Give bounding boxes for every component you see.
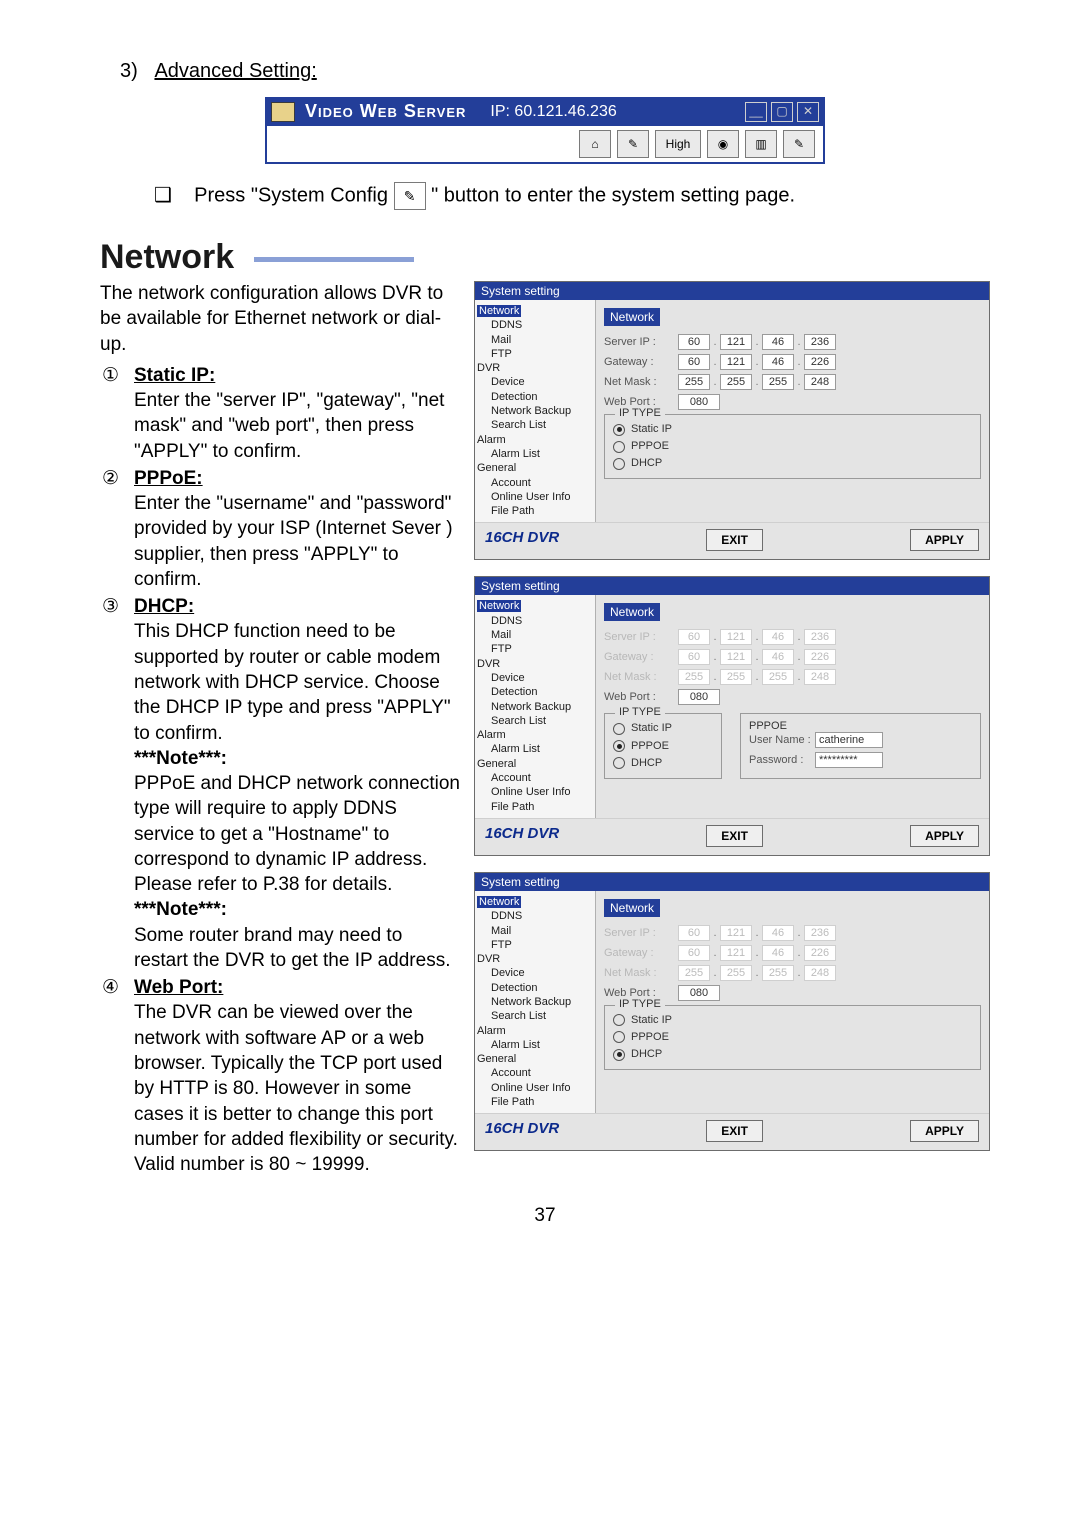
app-name: Video Web Server — [305, 101, 466, 122]
iptype-group: IP TYPE Static IP PPPOE DHCP — [604, 414, 981, 479]
note2-label: ***Note***: — [134, 899, 227, 920]
note2-body: Some router brand may need to restart th… — [134, 925, 450, 971]
marker-4: ④ — [100, 975, 134, 1177]
step-number: 3) — [120, 60, 150, 83]
radio-dhcp[interactable]: DHCP — [613, 455, 972, 472]
toolbar-quality-high[interactable]: High — [655, 130, 701, 158]
settings-tree[interactable]: Network DDNS Mail FTP DVR Device Detecti… — [475, 595, 596, 817]
toolbar-home-icon[interactable]: ⌂ — [579, 130, 611, 158]
heading-rule — [254, 257, 414, 262]
press-instruction: ❑ Press "System Config ✎ " button to ent… — [154, 182, 990, 210]
radio-pppoe[interactable]: PPPOE — [613, 1029, 972, 1046]
radio-dhcp[interactable]: DHCP — [613, 755, 713, 772]
step-line: 3) Advanced Setting: — [120, 60, 990, 83]
intro-text: The network configuration allows DVR to … — [100, 281, 460, 357]
video-web-server-window: Video Web Server IP: 60.121.46.236 __ ▢ … — [265, 97, 825, 164]
radio-pppoe[interactable]: PPPOE — [613, 438, 972, 455]
label-server-ip: Server IP : — [604, 336, 676, 348]
subhead-dhcp: DHCP: — [134, 596, 194, 617]
settings-tree[interactable]: Network DDNS Mail FTP DVR Device Detecti… — [475, 891, 596, 1113]
section-heading: Network — [100, 238, 990, 277]
toolbar-record-icon[interactable]: ◉ — [707, 130, 739, 158]
item-pppoe: ② PPPoE: Enter the "username" and "passw… — [100, 466, 460, 592]
step-label: Advanced Setting: — [154, 60, 316, 82]
subhead-pppoe: PPPoE: — [134, 468, 203, 489]
radio-static[interactable]: Static IP — [613, 1012, 972, 1029]
subhead-webport: Web Port: — [134, 977, 223, 998]
label-password: Password : — [749, 754, 815, 766]
toolbar: ⌂ ✎ High ◉ ▥ ✎ — [265, 126, 825, 164]
screenshots-column: System setting Network DDNS Mail FTP DVR… — [474, 281, 990, 1167]
note1-body: PPPoE and DHCP network connection type w… — [134, 773, 460, 895]
system-title: System setting — [475, 282, 989, 300]
item-static-ip: ① Static IP: Enter the "server IP", "gat… — [100, 363, 460, 464]
item-webport: ④ Web Port: The DVR can be viewed over t… — [100, 975, 460, 1177]
system-config-icon: ✎ — [394, 182, 426, 210]
exit-button[interactable]: EXIT — [706, 825, 763, 847]
restore-button[interactable]: ▢ — [771, 102, 793, 122]
system-setting-window-static: System setting Network DDNS Mail FTP DVR… — [474, 281, 990, 560]
radio-static[interactable]: Static IP — [613, 720, 713, 737]
toolbar-edit-icon[interactable]: ✎ — [617, 130, 649, 158]
marker-3: ③ — [100, 594, 134, 973]
apply-button[interactable]: APPLY — [910, 825, 979, 847]
webport-field[interactable]: 080 — [678, 394, 720, 410]
radio-pppoe[interactable]: PPPOE — [613, 738, 713, 755]
exit-button[interactable]: EXIT — [706, 1120, 763, 1142]
apply-button[interactable]: APPLY — [910, 1120, 979, 1142]
window-buttons: __ ▢ ✕ — [745, 102, 819, 122]
subhead-static-ip: Static IP: — [134, 365, 215, 386]
label-gateway: Gateway : — [604, 356, 676, 368]
password-field[interactable]: ********* — [815, 752, 883, 768]
close-button[interactable]: ✕ — [797, 102, 819, 122]
server-ip-0[interactable]: 60 — [678, 334, 710, 350]
minimize-button[interactable]: __ — [745, 102, 767, 122]
note1-label: ***Note***: — [134, 748, 227, 769]
marker-2: ② — [100, 466, 134, 592]
bullet-icon: ❑ — [154, 184, 172, 206]
toolbar-layout-icon[interactable]: ▥ — [745, 130, 777, 158]
app-logo-icon — [271, 102, 295, 122]
system-setting-window-dhcp: System setting Network DDNS Mail FTP DVR… — [474, 872, 990, 1151]
brand-label: 16CH DVR — [485, 529, 559, 551]
ip-display: IP: 60.121.46.236 — [490, 103, 616, 121]
network-panel: Network Server IP : 60. 121. 46. 236 Gat… — [596, 300, 989, 522]
label-username: User Name : — [749, 734, 815, 746]
exit-button[interactable]: EXIT — [706, 529, 763, 551]
page-number: 37 — [100, 1205, 990, 1227]
system-setting-window-pppoe: System setting Network DDNS Mail FTP DVR… — [474, 576, 990, 855]
titlebar: Video Web Server IP: 60.121.46.236 __ ▢ … — [265, 97, 825, 126]
marker-1: ① — [100, 363, 134, 464]
radio-dhcp[interactable]: DHCP — [613, 1046, 972, 1063]
settings-tree[interactable]: Network DDNS Mail FTP DVR Device Detecti… — [475, 300, 596, 522]
item-dhcp: ③ DHCP: This DHCP function need to be su… — [100, 594, 460, 973]
radio-static[interactable]: Static IP — [613, 421, 972, 438]
description-column: The network configuration allows DVR to … — [100, 281, 460, 1177]
apply-button[interactable]: APPLY — [910, 529, 979, 551]
username-field[interactable]: catherine — [815, 732, 883, 748]
label-netmask: Net Mask : — [604, 376, 676, 388]
toolbar-config-icon[interactable]: ✎ — [783, 130, 815, 158]
